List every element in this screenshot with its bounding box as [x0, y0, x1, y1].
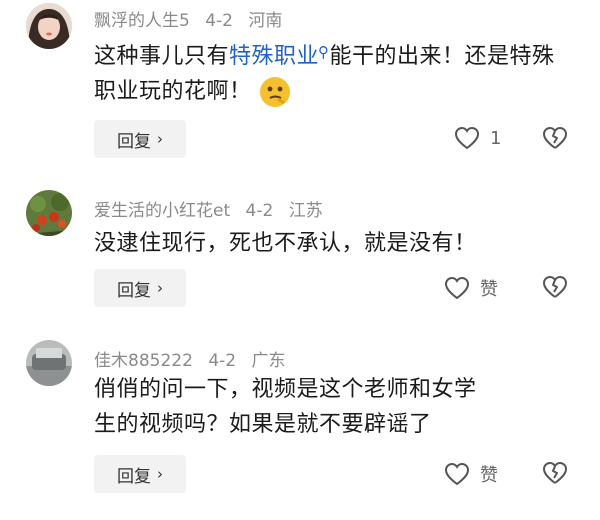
avatar[interactable]	[26, 190, 72, 236]
comment-item: 飘浮的人生5 4-2 河南 这种事儿只有特殊职业⚲能干的出来！还是特殊职业玩的花…	[0, 0, 600, 175]
avatar-image	[26, 190, 72, 236]
comment-date: 4-2	[245, 201, 274, 221]
comment-item: 爱生活的小红花et 4-2 江苏 没逮住现行，死也不承认，就是没有！ 回复 › …	[0, 185, 600, 325]
username[interactable]: 爱生活的小红花et	[94, 201, 230, 221]
reply-button[interactable]: 回复 ›	[94, 120, 186, 158]
reply-label: 回复	[117, 466, 151, 487]
reply-button[interactable]: 回复 ›	[94, 455, 186, 493]
reply-button[interactable]: 回复 ›	[94, 269, 186, 307]
comment-text: 没逮住现行，死也不承认，就是没有！	[94, 231, 477, 256]
dislike-button[interactable]	[542, 461, 568, 489]
comment-date: 4-2	[205, 11, 234, 31]
comment-item: 佳木885222 4-2 广东 俏俏的问一下，视频是这个老师和女学生的视频吗？如…	[0, 335, 600, 520]
heart-icon	[454, 126, 480, 150]
comment-text: 这种事儿只有特殊职业⚲能干的出来！还是特殊职业玩的花啊！	[94, 35, 574, 109]
chevron-right-icon: ›	[157, 465, 163, 483]
comment-text-part: 这种事儿只有	[94, 44, 230, 69]
heart-icon	[444, 276, 470, 300]
broken-heart-icon	[543, 127, 567, 149]
chevron-right-icon: ›	[157, 130, 163, 148]
avatar[interactable]	[26, 340, 72, 386]
like-button[interactable]: 赞	[444, 275, 498, 301]
avatar-image	[26, 340, 72, 386]
avatar[interactable]	[26, 3, 72, 49]
comment-meta: 飘浮的人生5 4-2 河南	[94, 6, 292, 31]
avatar-image	[26, 3, 72, 49]
like-label: 赞	[480, 465, 498, 486]
username[interactable]: 佳木885222	[94, 351, 193, 371]
username[interactable]: 飘浮的人生5	[94, 11, 190, 31]
like-button[interactable]: 赞	[444, 461, 498, 487]
comment-location: 江苏	[288, 201, 323, 221]
search-link[interactable]: 特殊职业	[229, 44, 319, 69]
like-button[interactable]: 1	[454, 126, 501, 150]
broken-heart-icon	[543, 276, 567, 298]
search-icon[interactable]: ⚲	[318, 43, 330, 61]
reply-label: 回复	[117, 131, 151, 152]
heart-icon	[444, 462, 470, 486]
reply-label: 回复	[117, 280, 151, 301]
like-label: 赞	[480, 279, 498, 300]
thinking-emoji-icon	[259, 77, 290, 107]
comment-location: 河南	[248, 11, 283, 31]
comment-meta: 爱生活的小红花et 4-2 江苏	[94, 196, 333, 221]
chevron-right-icon: ›	[157, 279, 163, 297]
comment-text: 俏俏的问一下，视频是这个老师和女学生的视频吗？如果是就不要辟谣了	[94, 377, 477, 437]
dislike-button[interactable]	[542, 126, 568, 154]
comment-date: 4-2	[208, 351, 237, 371]
broken-heart-icon	[543, 462, 567, 484]
comment-location: 广东	[251, 351, 286, 371]
dislike-button[interactable]	[542, 275, 568, 303]
like-count: 1	[490, 127, 502, 149]
comment-meta: 佳木885222 4-2 广东	[94, 346, 296, 371]
